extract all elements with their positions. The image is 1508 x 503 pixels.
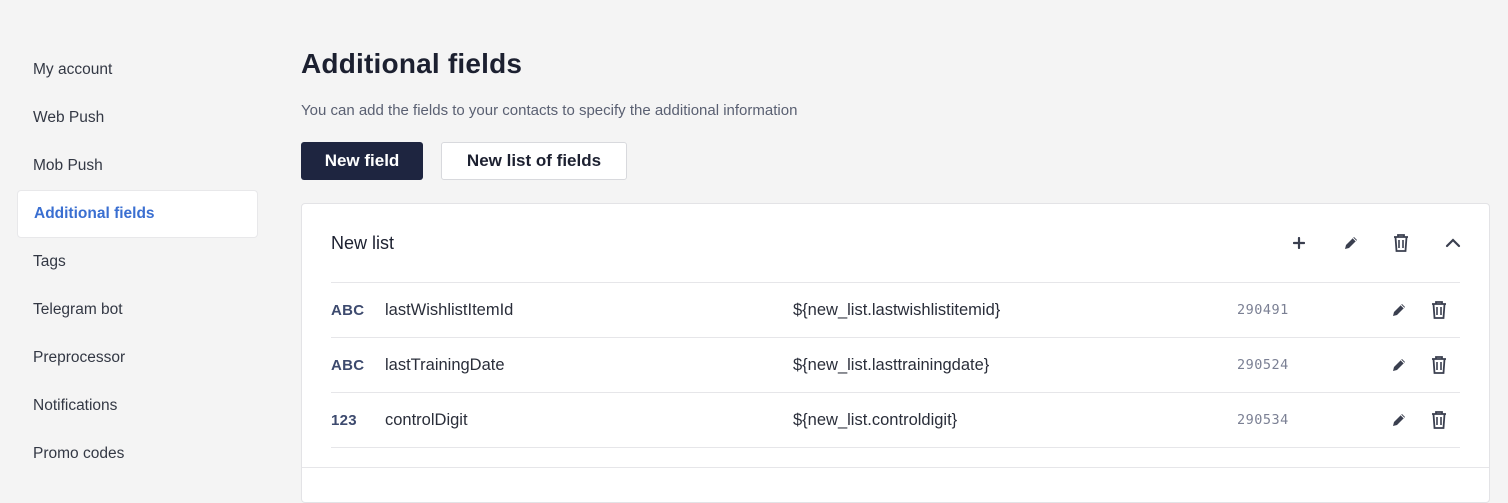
sidebar-item-tags[interactable]: Tags [17, 238, 258, 286]
plus-icon[interactable] [1288, 230, 1310, 256]
trash-icon[interactable] [1428, 297, 1450, 323]
field-id: 290534 [1237, 412, 1289, 428]
string-type-badge: ABC [331, 356, 365, 374]
page-title: Additional fields [301, 48, 523, 79]
settings-sidebar: My account Web Push Mob Push Additional … [17, 46, 258, 478]
field-variable: ${new_list.lastwishlistitemid} [793, 300, 1001, 319]
table-row: 123 controlDigit ${new_list.controldigit… [331, 393, 1460, 448]
new-field-button[interactable]: New field [301, 142, 423, 180]
string-type-badge: ABC [331, 301, 365, 319]
page-subtitle: You can add the fields to your contacts … [301, 102, 798, 119]
field-id: 290491 [1237, 302, 1289, 318]
field-name: lastTrainingDate [385, 355, 505, 374]
pencil-icon[interactable] [1388, 297, 1410, 323]
sidebar-item-promo-codes[interactable]: Promo codes [17, 430, 258, 478]
field-name: lastWishlistItemId [385, 300, 514, 319]
field-id: 290524 [1237, 357, 1289, 373]
field-list-header: New list [331, 204, 1461, 283]
sidebar-item-notifications[interactable]: Notifications [17, 382, 258, 430]
sidebar-item-web-push[interactable]: Web Push [17, 94, 258, 142]
field-list-card: New list ABC lastWishlistItemId ${new_li… [301, 203, 1490, 503]
number-type-badge: 123 [331, 411, 357, 429]
field-variable: ${new_list.lasttrainingdate} [793, 355, 990, 374]
new-list-of-fields-button[interactable]: New list of fields [441, 142, 627, 180]
table-row: ABC lastWishlistItemId ${new_list.lastwi… [331, 283, 1460, 338]
chevron-up-icon[interactable] [1442, 230, 1464, 256]
sidebar-item-telegram-bot[interactable]: Telegram bot [17, 286, 258, 334]
sidebar-item-additional-fields[interactable]: Additional fields [17, 190, 258, 238]
field-variable: ${new_list.controldigit} [793, 410, 958, 429]
trash-icon[interactable] [1390, 230, 1412, 256]
field-name: controlDigit [385, 410, 468, 429]
pencil-icon[interactable] [1340, 230, 1362, 256]
field-rows: ABC lastWishlistItemId ${new_list.lastwi… [331, 283, 1460, 448]
trash-icon[interactable] [1428, 352, 1450, 378]
pencil-icon[interactable] [1388, 407, 1410, 433]
field-list-title: New list [331, 232, 395, 253]
trash-icon[interactable] [1428, 407, 1450, 433]
sidebar-item-mob-push[interactable]: Mob Push [17, 142, 258, 190]
sidebar-item-my-account[interactable]: My account [17, 46, 258, 94]
card-divider [302, 467, 1489, 468]
table-row: ABC lastTrainingDate ${new_list.lasttrai… [331, 338, 1460, 393]
sidebar-item-preprocessor[interactable]: Preprocessor [17, 334, 258, 382]
pencil-icon[interactable] [1388, 352, 1410, 378]
